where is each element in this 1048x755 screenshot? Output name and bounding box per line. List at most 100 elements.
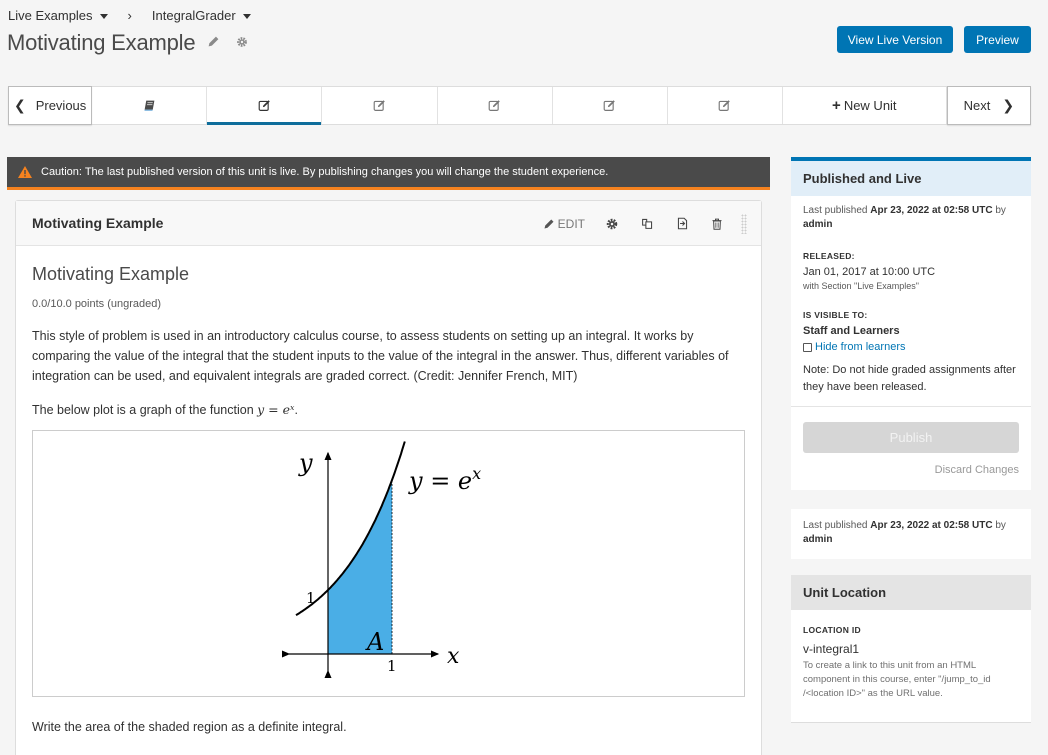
last-published-user: admin bbox=[803, 219, 833, 230]
function-plot: y x y = ex 1 1 A bbox=[32, 430, 745, 697]
publish-status-header: Published and Live bbox=[791, 161, 1031, 196]
problem-heading: Motivating Example bbox=[32, 264, 190, 284]
settings-button[interactable] bbox=[605, 217, 619, 231]
x-axis-label: x bbox=[447, 644, 460, 669]
trash-icon bbox=[712, 218, 722, 230]
last-published-card: Last published Apr 23, 2022 at 02:58 UTC… bbox=[791, 509, 1031, 559]
hide-from-learners-toggle[interactable]: Hide from learners bbox=[803, 341, 1019, 353]
breadcrumb: Live Examples › IntegralGrader bbox=[8, 8, 251, 23]
preview-button[interactable]: Preview bbox=[964, 26, 1031, 53]
edit-icon bbox=[488, 100, 500, 111]
pencil-icon bbox=[544, 219, 554, 228]
component-header: Motivating Example EDIT bbox=[16, 201, 761, 246]
discard-changes-button[interactable]: Discard Changes bbox=[791, 464, 1031, 476]
region-label: A bbox=[365, 628, 384, 656]
x-tick-label: 1 bbox=[387, 657, 397, 675]
unit-location-panel: Unit Location LOCATION ID v-integral1 To… bbox=[791, 575, 1031, 723]
component-actions: EDIT bbox=[543, 201, 747, 246]
last-published-info: Last published Apr 23, 2022 at 02:58 UTC… bbox=[803, 204, 1019, 232]
last-published-by: by bbox=[992, 520, 1006, 531]
caret-down-icon bbox=[99, 14, 108, 19]
next-button[interactable]: Next ❯ bbox=[946, 86, 1031, 125]
warning-text: Caution: The last published version of t… bbox=[41, 166, 609, 178]
next-label: Next bbox=[963, 98, 991, 113]
warning-icon bbox=[18, 166, 32, 178]
hide-from-learners-label: Hide from learners bbox=[815, 341, 906, 353]
new-unit-button[interactable]: + New Unit bbox=[783, 87, 947, 124]
visible-value: Staff and Learners bbox=[803, 325, 900, 337]
last-published-prefix: Last published bbox=[803, 520, 871, 531]
plot-svg: y x y = ex 1 1 A bbox=[281, 441, 481, 679]
location-id-label: LOCATION ID bbox=[803, 625, 861, 635]
last-published-date: Apr 23, 2022 at 02:58 UTC bbox=[870, 205, 993, 216]
edit-icon bbox=[258, 100, 270, 111]
breadcrumb-separator: › bbox=[127, 8, 132, 23]
publish-panel: Published and Live Last published Apr 23… bbox=[791, 157, 1031, 490]
sequence-tab-4[interactable] bbox=[438, 87, 553, 124]
edit-label: EDIT bbox=[557, 216, 585, 231]
book-icon bbox=[144, 100, 155, 111]
duplicate-button[interactable] bbox=[640, 217, 654, 231]
breadcrumb-subsection[interactable]: IntegralGrader bbox=[152, 8, 251, 23]
previous-label: Previous bbox=[35, 98, 87, 113]
breadcrumb-subsection-label: IntegralGrader bbox=[151, 8, 236, 23]
y-axis-label: y bbox=[298, 449, 313, 477]
breadcrumb-course[interactable]: Live Examples bbox=[8, 8, 108, 23]
sequence-tab-3[interactable] bbox=[322, 87, 438, 124]
plot-intro-text: The below plot is a graph of the functio… bbox=[32, 403, 258, 417]
released-label: RELEASED: bbox=[803, 251, 855, 261]
move-button[interactable] bbox=[675, 217, 689, 231]
last-published-prefix: Last published bbox=[803, 205, 871, 216]
plus-icon: + bbox=[832, 97, 841, 114]
sequence-tab-6[interactable] bbox=[668, 87, 783, 124]
location-id-value[interactable]: v-integral1 bbox=[803, 642, 1019, 656]
edit-icon bbox=[719, 100, 731, 111]
publish-button[interactable]: Publish bbox=[803, 422, 1019, 453]
problem-prompt: Write the area of the shaded region as a… bbox=[32, 720, 347, 734]
new-unit-label: New Unit bbox=[843, 98, 897, 113]
edit-button[interactable]: EDIT bbox=[543, 217, 585, 231]
duplicate-icon bbox=[641, 218, 652, 229]
visible-label: IS VISIBLE TO: bbox=[803, 310, 868, 320]
last-published-date: Apr 23, 2022 at 02:58 UTC bbox=[870, 520, 993, 531]
live-warning-banner: Caution: The last published version of t… bbox=[7, 157, 770, 190]
released-date: Jan 01, 2017 at 10:00 UTC bbox=[803, 266, 936, 278]
caret-down-icon bbox=[242, 14, 251, 19]
gear-icon bbox=[606, 218, 618, 229]
sequence-tab-2[interactable] bbox=[207, 87, 323, 125]
plot-intro-math: y = eˣ bbox=[257, 402, 295, 417]
delete-button[interactable] bbox=[710, 217, 724, 231]
location-id-help: To create a link to this unit from an HT… bbox=[803, 660, 991, 699]
problem-body: Motivating Example 0.0/10.0 points (ungr… bbox=[16, 264, 761, 734]
plot-intro-end: . bbox=[294, 403, 298, 417]
sequence-tab-5[interactable] bbox=[553, 87, 668, 124]
problem-description: This style of problem is used in an intr… bbox=[32, 329, 729, 383]
y-tick-label: 1 bbox=[306, 589, 316, 607]
component-title: Motivating Example bbox=[32, 215, 164, 231]
checkbox[interactable] bbox=[803, 342, 812, 352]
page-title: Motivating Example bbox=[7, 30, 196, 55]
divider bbox=[791, 406, 1031, 407]
xblock-component: Motivating Example EDIT Motivating Examp… bbox=[15, 200, 762, 755]
previous-button[interactable]: ❮ Previous bbox=[8, 86, 93, 125]
view-live-version-button[interactable]: View Live Version bbox=[837, 26, 953, 53]
breadcrumb-course-label: Live Examples bbox=[8, 8, 93, 23]
hide-note: Note: Do not hide graded assignments aft… bbox=[803, 364, 1016, 393]
edit-icon bbox=[373, 100, 385, 111]
last-published-user: admin bbox=[803, 534, 833, 545]
chevron-left-icon: ❮ bbox=[13, 97, 26, 113]
curve-label: y = ex bbox=[408, 464, 481, 495]
move-icon bbox=[677, 217, 687, 230]
plot-intro: The below plot is a graph of the functio… bbox=[32, 402, 745, 417]
page-title-row: Motivating Example bbox=[7, 30, 248, 56]
pencil-icon[interactable] bbox=[207, 35, 220, 51]
drag-handle[interactable] bbox=[741, 213, 747, 234]
chevron-right-icon: ❯ bbox=[1002, 97, 1015, 113]
edit-icon bbox=[603, 100, 616, 111]
sequence-nav: ❮ Previous + New Unit Next ❯ bbox=[8, 86, 1031, 125]
gear-icon[interactable] bbox=[236, 35, 248, 51]
unit-location-header: Unit Location bbox=[791, 575, 1031, 610]
sequence-tab-1[interactable] bbox=[92, 87, 208, 124]
last-published-by: by bbox=[992, 205, 1006, 216]
released-with: with Section "Live Examples" bbox=[803, 281, 919, 291]
